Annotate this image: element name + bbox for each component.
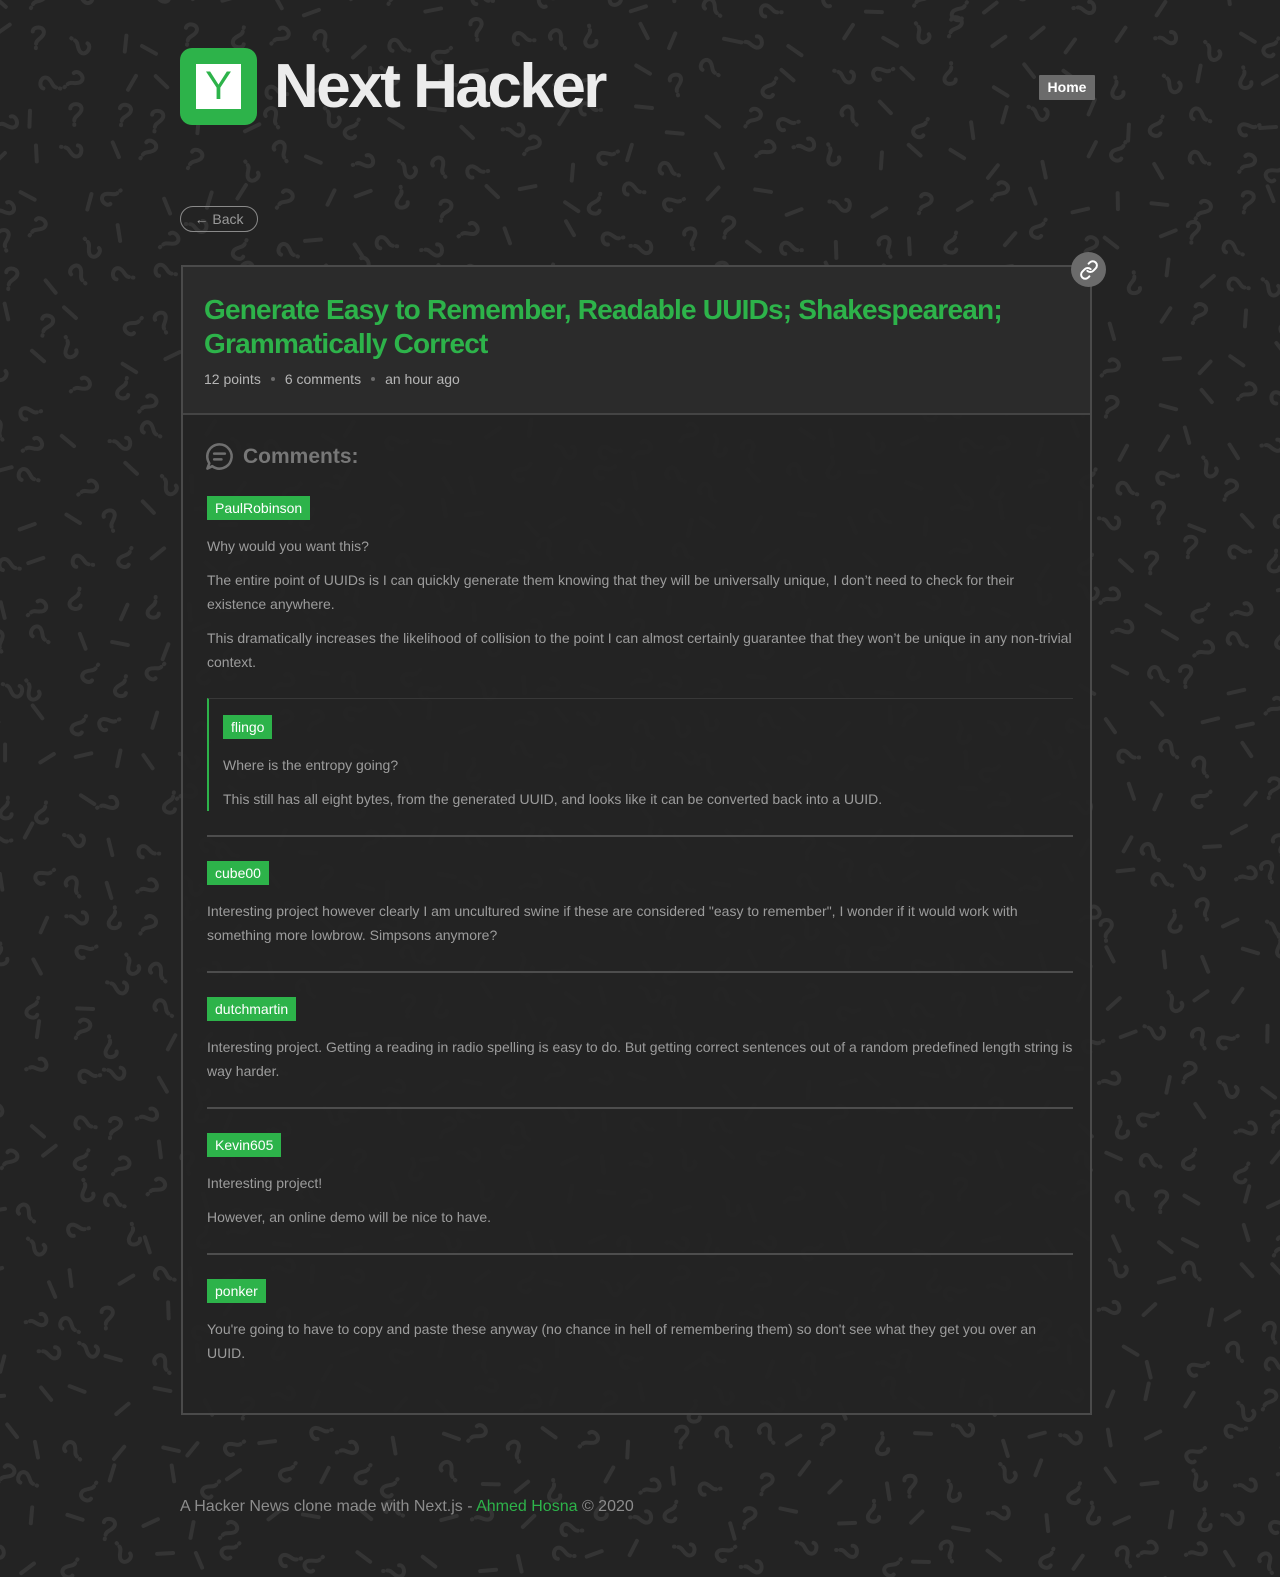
reply-paragraph: This still has all eight bytes, from the… [223,791,883,807]
logo-icon: Y [180,48,257,125]
reply-paragraph: Where is the entropy going? [223,757,399,773]
comment-paragraph: Why would you want this? [207,538,369,554]
comment-divider [207,1253,1073,1255]
comment-author[interactable]: dutchmartin [207,997,297,1021]
reply-body: Where is the entropy going? This still h… [223,753,1073,811]
footer-text: A Hacker News clone made with Next.js - [180,1498,477,1515]
comment-body: Why would you want this? The entire poin… [207,534,1073,674]
comment-body: Interesting project. Getting a reading i… [207,1035,1073,1083]
page: Y Next Hacker Home ← Back Generate Easy … [0,0,1280,1577]
comment-divider [207,1107,1073,1109]
meta-separator [371,377,376,381]
comment: PaulRobinson Why would you want this? Th… [207,496,1073,811]
footer-copyright: © 2020 [577,1498,634,1515]
footer-author-link[interactable]: Ahmed Hosna [476,1498,577,1515]
comments-heading-label: Comments: [243,444,359,468]
link-icon[interactable] [1071,252,1106,287]
comment-author[interactable]: ponker [207,1279,266,1303]
story-meta: 12 points 6 comments an hour ago [204,371,460,387]
comment-paragraph: Interesting project however clearly I am… [207,903,1018,943]
comment: Kevin605 Interesting project! However, a… [207,1133,1073,1229]
footer: A Hacker News clone made with Next.js - … [180,1498,634,1516]
logo-letter: Y [196,64,241,109]
reply-author[interactable]: flingo [223,715,273,739]
story-comments-count[interactable]: 6 comments [285,371,361,387]
back-button[interactable]: ← Back [180,206,258,232]
story-card: Generate Easy to Remember, Readable UUID… [181,265,1092,1415]
story-title[interactable]: Generate Easy to Remember, Readable UUID… [204,293,1064,361]
home-button[interactable]: Home [1039,75,1095,100]
story-header: Generate Easy to Remember, Readable UUID… [183,267,1090,415]
comment: ponker You're going to have to copy and … [207,1279,1073,1365]
comment-paragraph: The entire point of UUIDs is I can quick… [207,572,1014,612]
comment-list: PaulRobinson Why would you want this? Th… [207,496,1073,1365]
comment: cube00 Interesting project however clear… [207,861,1073,947]
comment-author[interactable]: cube00 [207,861,269,885]
story-points: 12 points [204,371,261,387]
comment-paragraph: This dramatically increases the likeliho… [207,630,1072,670]
comment-author[interactable]: Kevin605 [207,1133,282,1157]
story-time: an hour ago [385,371,460,387]
meta-separator [270,377,275,381]
comment-body: Interesting project! However, an online … [207,1171,1073,1229]
comment-body: Interesting project however clearly I am… [207,899,1073,947]
comment-body: You're going to have to copy and paste t… [207,1317,1073,1365]
comments-heading: Comments: [204,441,359,472]
comment: dutchmartin Interesting project. Getting… [207,997,1073,1083]
comment-paragraph: You're going to have to copy and paste t… [207,1321,1037,1361]
comment-paragraph: Interesting project. Getting a reading i… [207,1039,1073,1079]
comment-paragraph: Interesting project! [207,1175,323,1191]
comment-reply: flingo Where is the entropy going? This … [207,698,1073,811]
comment-divider [207,971,1073,973]
comment-divider [207,835,1073,837]
comment-paragraph: However, an online demo will be nice to … [207,1209,492,1225]
comments-icon [206,443,233,470]
site-title: Next Hacker [274,52,607,121]
site-logo[interactable]: Y Next Hacker [180,48,607,125]
comment-author[interactable]: PaulRobinson [207,496,311,520]
